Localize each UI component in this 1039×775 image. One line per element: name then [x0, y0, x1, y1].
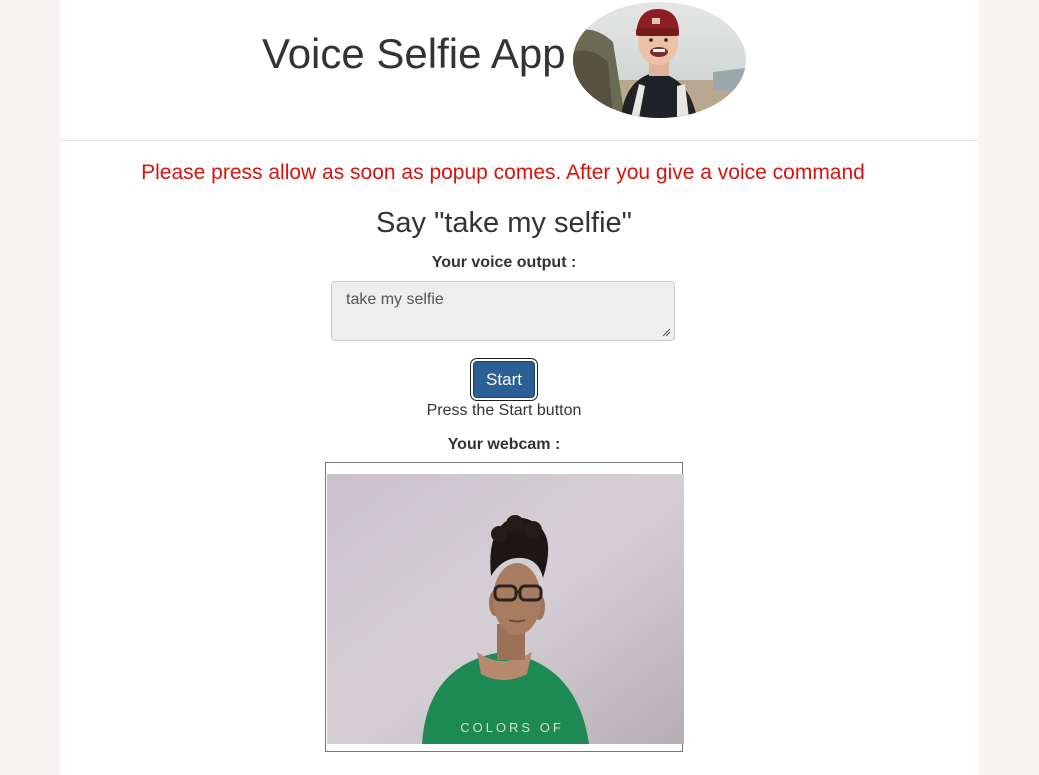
status-text: Press the Start button: [426, 402, 582, 419]
webcam-frame: COLORS OF: [325, 462, 684, 752]
page-container: Voice Selfie App Please press allow as s…: [60, 0, 978, 775]
voice-output-value: take my selfie: [346, 291, 444, 308]
permission-notice: Please press allow as soon as popup come…: [141, 161, 865, 184]
resize-handle-icon[interactable]: [661, 327, 671, 337]
voice-instruction: Say "take my selfie": [376, 207, 632, 239]
selfie-portrait-icon: [573, 2, 746, 118]
voice-output-textarea[interactable]: take my selfie: [331, 281, 675, 341]
header-selfie-image: [573, 2, 746, 118]
app-title: Voice Selfie App: [262, 30, 566, 77]
webcam-video: COLORS OF: [327, 474, 684, 744]
webcam-feed-image: COLORS OF: [327, 474, 684, 744]
start-button[interactable]: Start: [473, 361, 535, 398]
header: Voice Selfie App: [60, 0, 978, 141]
voice-output-label: Your voice output :: [431, 254, 577, 271]
webcam-label: Your webcam :: [447, 436, 561, 453]
webcam-shirt-text: COLORS OF: [460, 720, 564, 735]
